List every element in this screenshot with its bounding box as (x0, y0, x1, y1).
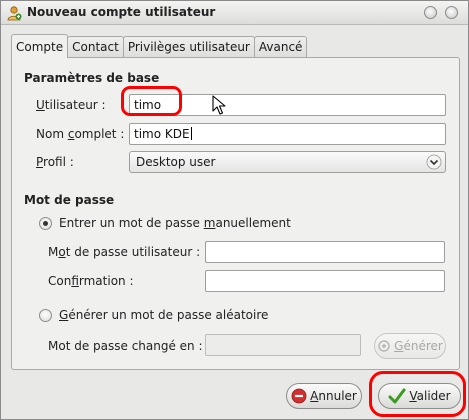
ok-button-highlight (369, 371, 466, 417)
user-password-input[interactable] (205, 241, 445, 263)
cancel-button[interactable]: Annuler (286, 383, 362, 409)
title-bar[interactable]: Nouveau compte utilisateur (1, 1, 468, 25)
window-title: Nouveau compte utilisateur (27, 5, 216, 19)
profile-label: Profil : (36, 155, 74, 169)
chevron-down-icon (426, 154, 442, 170)
dialog-window: Nouveau compte utilisateur Compte Contac… (0, 0, 469, 420)
manual-password-radio[interactable] (39, 217, 52, 230)
tab-privileges[interactable]: Privilèges utilisateur (122, 36, 255, 58)
password-section-title: Mot de passe (24, 193, 115, 207)
confirmation-input[interactable] (205, 270, 445, 292)
user-icon (7, 6, 22, 21)
tab-contact[interactable]: Contact (67, 36, 124, 58)
close-button[interactable] (445, 6, 458, 19)
basic-settings-title: Paramètres de base (24, 71, 160, 85)
fullname-label: Nom complet : (36, 127, 125, 141)
password-changed-label: Mot de passe changé en : (48, 339, 203, 353)
profile-select[interactable]: Desktop user (129, 151, 446, 173)
tab-bar: Compte Contact Privilèges utilisateur Av… (11, 34, 308, 58)
confirmation-label: Confirmation : (48, 274, 134, 288)
tab-compte[interactable]: Compte (11, 34, 69, 58)
generate-button[interactable]: Générer (374, 333, 446, 359)
user-password-label: Mot de passe utilisateur : (48, 245, 201, 259)
tab-avance[interactable]: Avancé (253, 36, 308, 58)
cancel-icon (291, 388, 307, 404)
fullname-input[interactable]: timo KDE (129, 123, 446, 145)
text-caret (190, 127, 192, 140)
mouse-pointer-icon (212, 95, 226, 115)
password-changed-field (205, 334, 361, 356)
username-highlight (121, 86, 182, 116)
tab-panel-compte: Paramètres de base Utilisateur : timo No… (11, 57, 460, 370)
generate-icon (378, 340, 390, 352)
random-password-radio[interactable] (39, 309, 52, 322)
random-password-option-label[interactable]: Générer un mot de passe aléatoire (59, 308, 268, 322)
username-label: Utilisateur : (36, 98, 106, 112)
minimize-button[interactable] (424, 6, 437, 19)
manual-password-option-label[interactable]: Entrer un mot de passe manuellement (59, 216, 291, 230)
